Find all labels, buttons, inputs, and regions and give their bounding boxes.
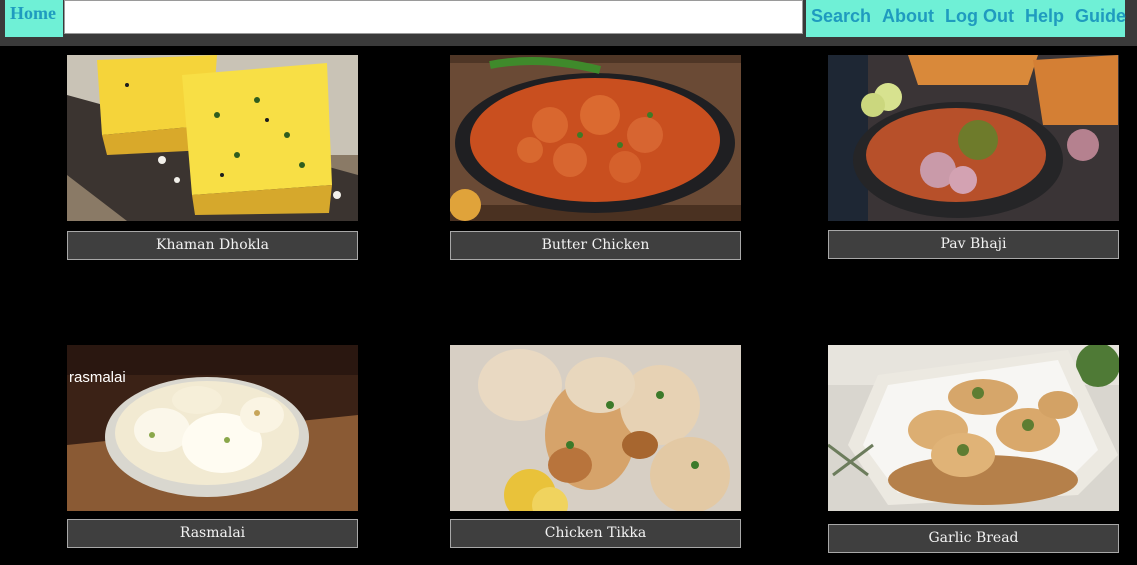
garlic-bread-photo[interactable]	[828, 345, 1119, 511]
dish-name-caption[interactable]: Butter Chicken	[450, 231, 741, 260]
nav-links: Search About Log Out Help Guide	[811, 6, 1126, 27]
top-navbar: Home Search About Log Out Help Guide	[0, 0, 1137, 46]
nav-help-link[interactable]: Help	[1025, 6, 1064, 27]
dish-name-caption[interactable]: Khaman Dhokla	[67, 231, 358, 260]
nav-about-link[interactable]: About	[882, 6, 934, 27]
home-link[interactable]: Home	[10, 3, 56, 24]
dish-card[interactable]: Chicken Tikka	[450, 345, 741, 548]
nav-guide-link[interactable]: Guide	[1075, 6, 1126, 27]
dish-name-caption[interactable]: Rasmalai	[67, 519, 358, 548]
dish-card[interactable]: Butter Chicken	[450, 55, 741, 260]
pav-bhaji-photo[interactable]	[828, 55, 1119, 221]
dish-card[interactable]: Pav Bhaji	[828, 55, 1119, 259]
chicken-tikka-photo[interactable]	[450, 345, 741, 511]
dish-card[interactable]: Garlic Bread	[828, 345, 1119, 553]
rasmalai-photo[interactable]: rasmalai	[67, 345, 358, 511]
butter-chicken-photo[interactable]	[450, 55, 741, 221]
dish-name-caption[interactable]: Pav Bhaji	[828, 230, 1119, 259]
dish-name-caption[interactable]: Chicken Tikka	[450, 519, 741, 548]
dish-name-caption[interactable]: Garlic Bread	[828, 524, 1119, 553]
nav-logout-link[interactable]: Log Out	[945, 6, 1014, 27]
search-input[interactable]	[64, 0, 803, 34]
dish-card[interactable]: Khaman Dhokla	[67, 55, 358, 260]
nav-links-block: Search About Log Out Help Guide	[806, 0, 1126, 37]
rasmalai-photo-text: rasmalai	[69, 369, 126, 386]
page: Home Search About Log Out Help Guide Kha…	[0, 0, 1137, 565]
khaman-dhokla-photo[interactable]	[67, 55, 358, 221]
home-nav-block: Home	[5, 0, 63, 37]
dish-card[interactable]: rasmalai Rasmalai	[67, 345, 358, 548]
nav-search-link[interactable]: Search	[811, 6, 871, 27]
